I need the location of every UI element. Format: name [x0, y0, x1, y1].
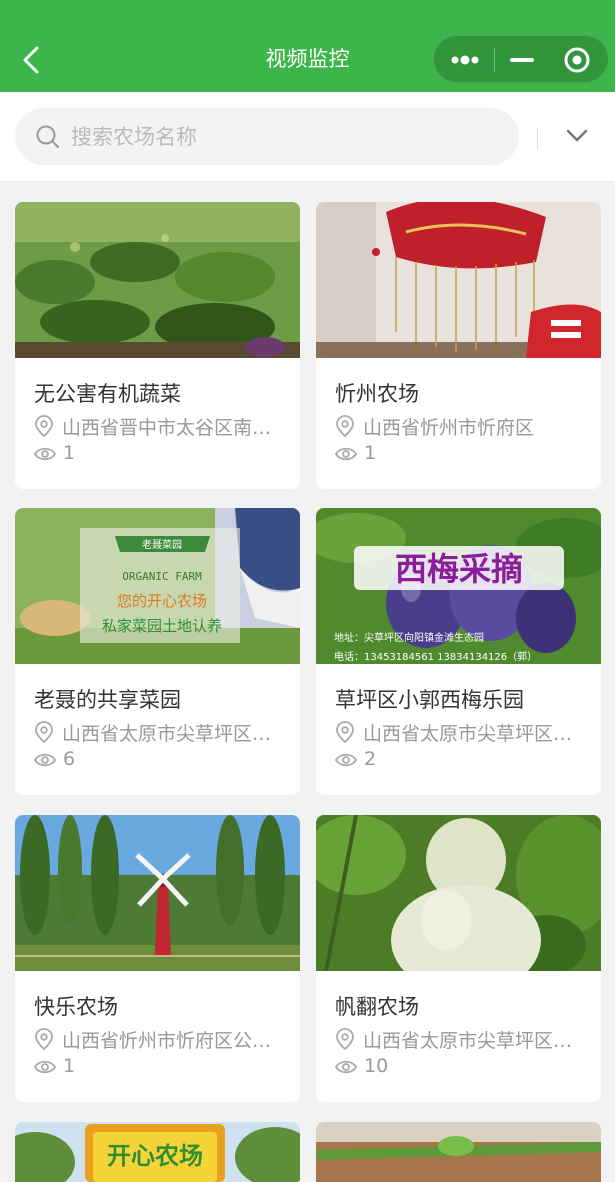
location-pin-icon	[336, 1028, 354, 1050]
image-banner-text: 老聂菜园	[142, 538, 182, 551]
location-pin-icon	[35, 721, 53, 743]
farm-card[interactable]: 老聂菜园 ORGANIC FARM 您的开心农场 私家菜园土地认养 老聂的共享菜…	[15, 508, 300, 795]
minimize-button[interactable]	[496, 36, 551, 84]
farm-thumbnail-windmill	[15, 815, 300, 971]
location-pin-icon	[336, 721, 354, 743]
view-count: 2	[364, 748, 377, 770]
farm-card[interactable]: 帆翻农场 山西省太原市尖草坪区… 10	[316, 815, 601, 1102]
location-pin-icon	[35, 1028, 53, 1050]
image-address-text: 地址：尖草坪区向阳镇金滩生态园	[334, 631, 484, 644]
mini-program-capsule	[433, 35, 609, 83]
view-count: 1	[63, 1055, 76, 1077]
search-divider	[537, 128, 538, 150]
eye-icon	[34, 1060, 56, 1074]
view-count: 1	[63, 442, 76, 464]
farm-address: 山西省太原市尖草坪区…	[62, 723, 272, 745]
eye-icon	[335, 753, 357, 767]
eye-icon	[335, 447, 357, 461]
filter-dropdown[interactable]	[555, 118, 599, 156]
eye-icon	[335, 1060, 357, 1074]
farm-card[interactable]: 快乐农场 山西省忻州市忻府区公… 1	[15, 815, 300, 1102]
farm-card[interactable]: 忻州农场 山西省忻州市忻府区 1	[316, 202, 601, 489]
close-button[interactable]	[554, 36, 610, 84]
view-count: 10	[364, 1055, 389, 1077]
view-count: 1	[364, 442, 377, 464]
image-title-text: 开心农场	[107, 1142, 203, 1170]
farm-address: 山西省太原市尖草坪区…	[363, 723, 573, 745]
search-icon	[36, 125, 59, 148]
capsule-divider	[494, 48, 495, 72]
eye-icon	[34, 753, 56, 767]
location-pin-icon	[336, 415, 354, 437]
farm-address: 山西省太原市尖草坪区…	[363, 1030, 573, 1052]
farm-name: 草坪区小郭西梅乐园	[335, 688, 524, 712]
farm-thumbnail-ornament	[316, 202, 601, 358]
more-dots-icon	[451, 55, 479, 65]
image-line2-text: 您的开心农场	[117, 592, 207, 610]
farm-thumbnail-happy-farm: 开心农场	[15, 1122, 300, 1182]
eye-icon	[34, 447, 56, 461]
farm-name: 快乐农场	[34, 995, 118, 1019]
farm-name: 帆翻农场	[335, 995, 419, 1019]
farm-name: 老聂的共享菜园	[34, 688, 181, 712]
minimize-icon	[510, 58, 534, 62]
search-bar	[0, 92, 615, 182]
farm-address: 山西省忻州市忻府区公…	[62, 1030, 272, 1052]
close-target-icon	[564, 47, 590, 73]
farm-thumbnail-vegetables	[15, 202, 300, 358]
farm-name: 无公害有机蔬菜	[34, 382, 181, 406]
image-line3-text: 私家菜园土地认养	[102, 617, 222, 635]
image-line1-text: ORGANIC FARM	[122, 570, 202, 583]
farm-thumbnail-garden: 老聂菜园 ORGANIC FARM 您的开心农场 私家菜园土地认养	[15, 508, 300, 664]
farm-card[interactable]: 西梅采摘 地址：尖草坪区向阳镇金滩生态园 电话：13453184561 1383…	[316, 508, 601, 795]
image-title-text: 西梅采摘	[395, 550, 523, 588]
search-box[interactable]	[15, 108, 519, 165]
view-count: 6	[63, 748, 76, 770]
farm-thumbnail-gourd	[316, 815, 601, 971]
image-phone-text: 电话：13453184561 13834134126（郭）	[334, 650, 537, 663]
farm-card[interactable]: 开心农场	[15, 1122, 300, 1182]
farm-card[interactable]: 无公害有机蔬菜 山西省晋中市太谷区南… 1	[15, 202, 300, 489]
farm-name: 忻州农场	[335, 382, 419, 406]
location-pin-icon	[35, 415, 53, 437]
chevron-down-icon	[566, 129, 588, 142]
farm-thumbnail-plums: 西梅采摘 地址：尖草坪区向阳镇金滩生态园 电话：13453184561 1383…	[316, 508, 601, 664]
farm-thumbnail-field	[316, 1122, 601, 1182]
farm-address: 山西省忻州市忻府区	[363, 417, 535, 439]
more-button[interactable]	[434, 36, 494, 84]
farm-card[interactable]	[316, 1122, 601, 1182]
nav-header: 视频监控	[0, 0, 615, 92]
search-input[interactable]	[69, 118, 503, 156]
farm-address: 山西省晋中市太谷区南…	[62, 417, 272, 439]
